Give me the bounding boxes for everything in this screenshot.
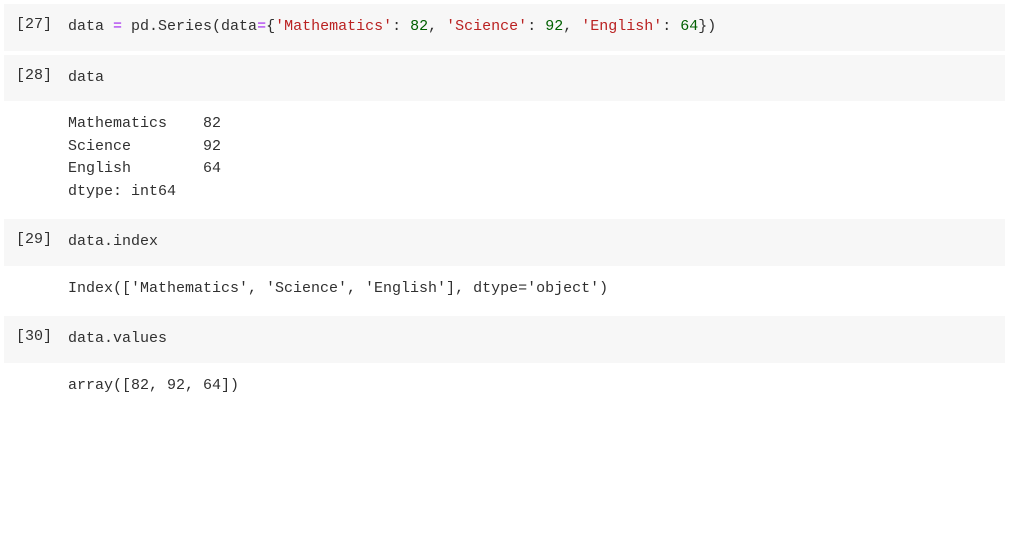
code-token: = [257,18,266,35]
code-token: : [392,18,410,35]
output-text: array([82, 92, 64]) [68,375,239,398]
code-token: 82 [410,18,428,35]
code-token: , [428,18,446,35]
code-token: data [68,18,113,35]
notebook-cell: [27]data = pd.Series(data={'Mathematics'… [4,4,1005,51]
input-prompt: [28] [16,67,68,84]
code-token: : [662,18,680,35]
code-token: 64 [680,18,698,35]
cell-input-area[interactable]: [29]data.index [4,219,1005,266]
output-text: Index(['Mathematics', 'Science', 'Englis… [68,278,608,301]
notebook-container: [27]data = pd.Series(data={'Mathematics'… [4,4,1005,409]
cell-output-area: array([82, 92, 64]) [4,363,1005,410]
code-content[interactable]: data [68,67,104,90]
code-token: data.values [68,330,167,347]
cell-output-area: Mathematics 82 Science 92 English 64 dty… [4,101,1005,215]
code-token: 'Science' [446,18,527,35]
input-prompt: [30] [16,328,68,345]
code-token: pd.Series(data [122,18,257,35]
code-token: 'Mathematics' [275,18,392,35]
cell-output-area: Index(['Mathematics', 'Science', 'Englis… [4,266,1005,313]
code-token: = [113,18,122,35]
cell-input-area[interactable]: [28]data [4,55,1005,102]
code-content[interactable]: data.values [68,328,167,351]
input-prompt: [27] [16,16,68,33]
code-token: 'English' [581,18,662,35]
code-token: , [563,18,581,35]
cell-input-area[interactable]: [30]data.values [4,316,1005,363]
code-token: data [68,69,104,86]
notebook-cell: [30]data.values array([82, 92, 64]) [4,316,1005,409]
code-token: { [266,18,275,35]
output-text: Mathematics 82 Science 92 English 64 dty… [68,113,221,203]
notebook-cell: [28]data Mathematics 82 Science 92 Englis… [4,55,1005,216]
cell-input-area[interactable]: [27]data = pd.Series(data={'Mathematics'… [4,4,1005,51]
input-prompt: [29] [16,231,68,248]
notebook-cell: [29]data.index Index(['Mathematics', 'Sci… [4,219,1005,312]
code-token: }) [698,18,716,35]
code-token: 92 [545,18,563,35]
code-token: data.index [68,233,158,250]
code-content[interactable]: data = pd.Series(data={'Mathematics': 82… [68,16,716,39]
code-content[interactable]: data.index [68,231,158,254]
code-token: : [527,18,545,35]
